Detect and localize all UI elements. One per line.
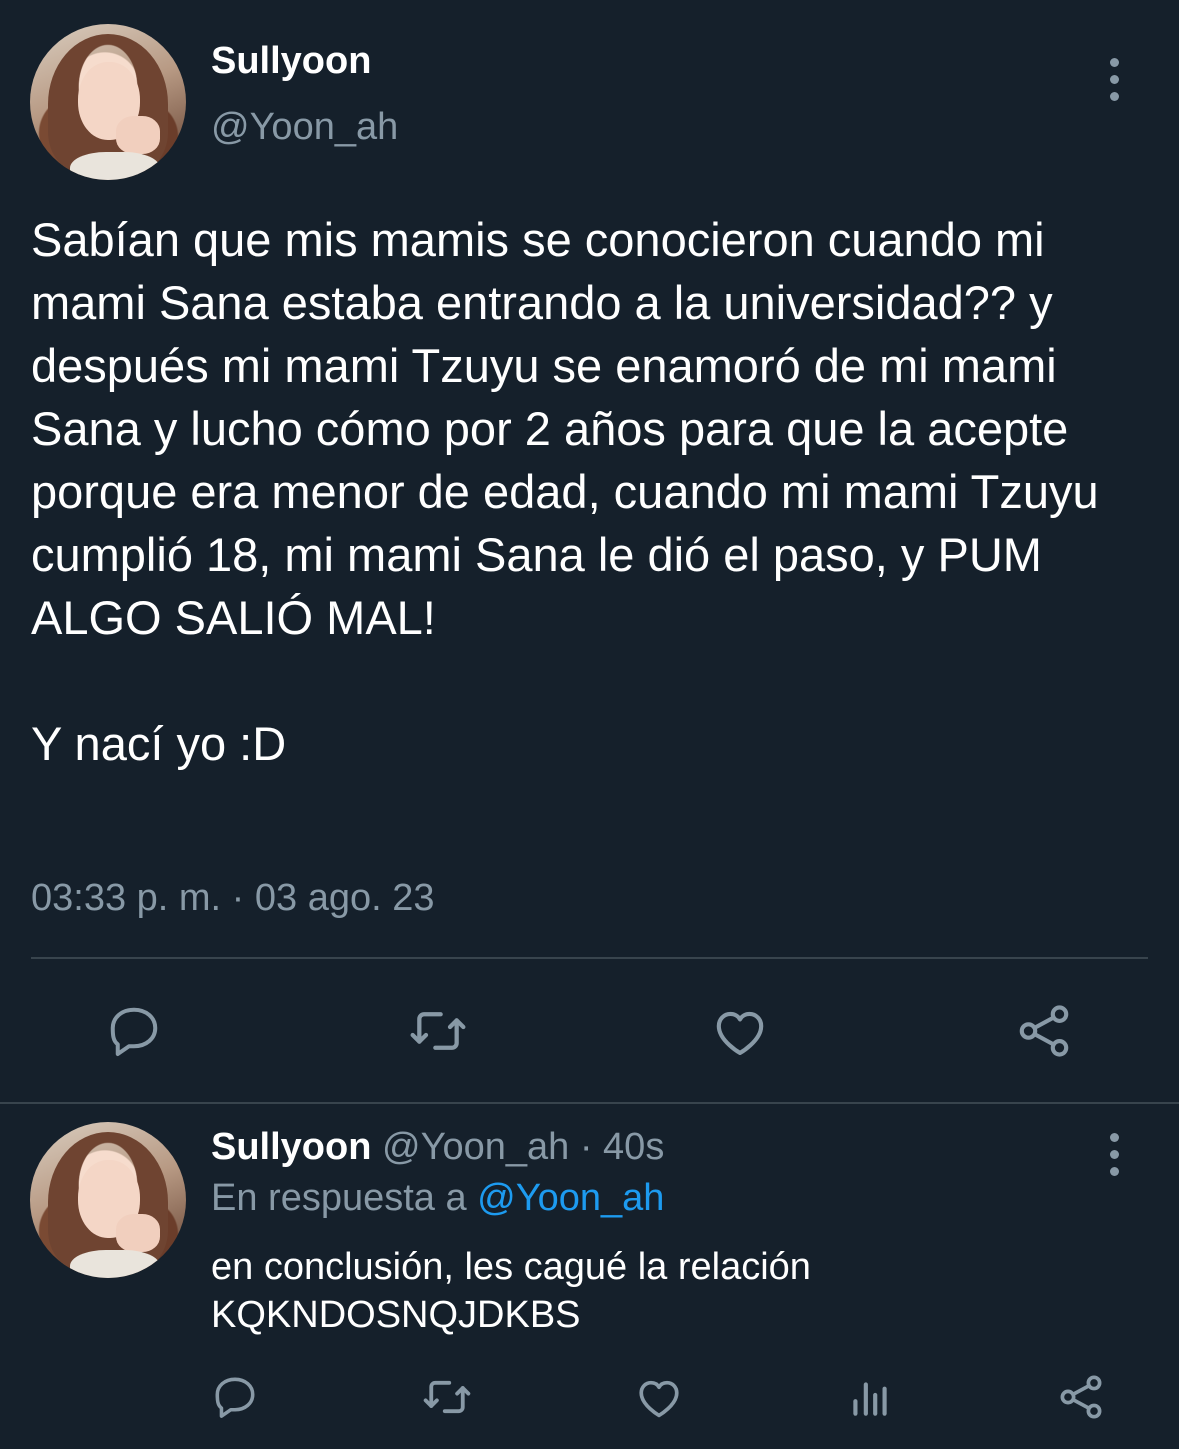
tweet-timestamp[interactable]: 03:33 p. m. · 03 ago. 23 (31, 877, 435, 920)
avatar-hand (116, 1214, 160, 1252)
reply-age[interactable]: 40s (603, 1126, 664, 1168)
share-button[interactable] (1048, 1364, 1114, 1430)
more-options-icon[interactable] (1106, 58, 1122, 109)
author-avatar[interactable] (30, 24, 186, 180)
tweet-text: Sabían que mis mamis se conocieron cuand… (31, 213, 1099, 770)
reply-icon (110, 1007, 158, 1056)
reply-button[interactable] (202, 1364, 268, 1430)
replying-to: En respuesta a @Yoon_ah (211, 1177, 664, 1220)
more-options-icon[interactable] (1106, 1133, 1122, 1184)
share-icon (1019, 1005, 1069, 1057)
reply-icon (215, 1377, 255, 1418)
reply-author-handle[interactable]: @Yoon_ah (382, 1126, 569, 1168)
avatar-shirt (70, 1250, 160, 1278)
reply-author-avatar[interactable] (30, 1122, 186, 1278)
divider (0, 1102, 1179, 1104)
author-name[interactable]: Sullyoon (211, 40, 371, 83)
share-button[interactable] (1009, 996, 1079, 1066)
avatar-hand (116, 116, 160, 154)
reply-text: en conclusión, les cagué la relación KQK… (211, 1246, 811, 1336)
retweet-button[interactable] (403, 996, 473, 1066)
retweet-icon (410, 1012, 466, 1050)
analytics-button[interactable] (837, 1364, 903, 1430)
retweet-icon (423, 1380, 471, 1414)
reply-header: Sullyoon @Yoon_ah · 40s (211, 1126, 664, 1169)
author-handle[interactable]: @Yoon_ah (211, 106, 398, 149)
avatar-shirt (70, 152, 160, 180)
divider (31, 957, 1148, 959)
like-button[interactable] (626, 1364, 692, 1430)
reply-button[interactable] (99, 996, 169, 1066)
replying-to-label: En respuesta a (211, 1177, 467, 1219)
like-icon (639, 1380, 679, 1418)
like-button[interactable] (705, 996, 775, 1066)
reply-author-name[interactable]: Sullyoon (211, 1126, 371, 1168)
analytics-icon (853, 1382, 887, 1416)
share-icon (1060, 1375, 1102, 1419)
replying-to-mention[interactable]: @Yoon_ah (477, 1177, 664, 1219)
tweet-thread: Sullyoon @Yoon_ah Sabían que mis mamis s… (0, 0, 1179, 1449)
retweet-button[interactable] (414, 1364, 480, 1430)
time-separator: · (579, 1126, 593, 1168)
like-icon (716, 1011, 764, 1056)
